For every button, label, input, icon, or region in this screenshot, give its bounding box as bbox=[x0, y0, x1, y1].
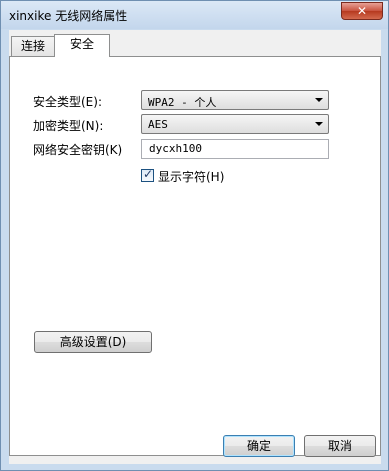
security-type-dropdown[interactable]: WPA2 - 个人 bbox=[141, 90, 329, 110]
tab-strip: 连接 安全 bbox=[9, 30, 381, 57]
encryption-type-value: AES bbox=[148, 118, 168, 131]
chevron-down-icon bbox=[315, 98, 323, 102]
ok-button[interactable]: 确定 bbox=[223, 435, 295, 457]
security-tab-panel: 安全类型(E): WPA2 - 个人 加密类型(N): AES 网络安全密钥(K… bbox=[9, 56, 381, 456]
show-characters-label: 显示字符(H) bbox=[158, 170, 225, 184]
tab-label: 连接 bbox=[20, 39, 45, 53]
tab-connection[interactable]: 连接 bbox=[11, 36, 55, 56]
dialog-client-area: 连接 安全 安全类型(E): WPA2 - 个人 加密类型(N): AES 网络… bbox=[9, 30, 381, 464]
encryption-type-label: 加密类型(N): bbox=[33, 119, 104, 133]
chevron-down-icon bbox=[315, 122, 323, 126]
window-title: xinxike 无线网络属性 bbox=[9, 9, 128, 23]
cancel-button[interactable]: 取消 bbox=[304, 435, 376, 457]
advanced-settings-button[interactable]: 高级设置(D) bbox=[34, 331, 152, 353]
network-key-input[interactable]: dycxh100 bbox=[141, 139, 329, 159]
check-icon: ✓ bbox=[143, 167, 154, 181]
show-characters-option[interactable]: ✓ 显示字符(H) bbox=[141, 167, 251, 184]
close-button[interactable]: ✕ bbox=[341, 2, 383, 20]
close-icon: ✕ bbox=[356, 4, 368, 18]
wireless-properties-window: xinxike 无线网络属性 ✕ 连接 安全 安全类型(E): WPA2 - 个… bbox=[0, 0, 389, 471]
network-key-label: 网络安全密钥(K) bbox=[33, 143, 123, 157]
security-type-value: WPA2 - 个人 bbox=[148, 96, 217, 109]
title-bar[interactable]: xinxike 无线网络属性 ✕ bbox=[1, 1, 388, 29]
encryption-type-dropdown[interactable]: AES bbox=[141, 114, 329, 134]
tab-security[interactable]: 安全 bbox=[54, 34, 110, 57]
security-type-label: 安全类型(E): bbox=[33, 95, 102, 109]
tab-label: 安全 bbox=[69, 37, 94, 51]
show-characters-checkbox[interactable]: ✓ bbox=[141, 167, 154, 182]
